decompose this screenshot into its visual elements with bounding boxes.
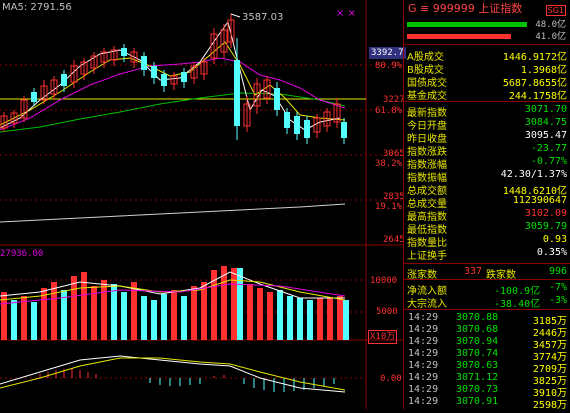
market-breadth-row: 涨家数 337 跌家数 996: [404, 266, 570, 281]
tick-price: 3070.63: [456, 360, 499, 371]
chart-canvas: [0, 0, 403, 409]
ticker-badge[interactable]: SG1: [545, 5, 566, 16]
peak-price-label: 3587.03: [242, 12, 284, 23]
stat-row: 总成交量 112390647: [404, 195, 570, 210]
stat-value: 3084.75: [524, 117, 567, 128]
macd-bars: [39, 368, 335, 392]
tick-price: 3070.94: [456, 336, 499, 347]
axis-current-price: 3392.7: [369, 47, 406, 59]
stat-value: -0.77%: [530, 156, 567, 167]
axis-pct-191: 19.1%: [375, 202, 403, 212]
tick-price: 3070.74: [456, 348, 499, 359]
tick-time: 14:29: [408, 324, 439, 335]
stat-row: 指数涨幅 -0.77%: [404, 156, 570, 171]
stat-value: 0.93: [542, 234, 567, 245]
stat-row: 最新指数 3071.70: [404, 104, 570, 119]
tick-time: 14:29: [408, 372, 439, 383]
ma-indicator-label: MA5: 2791.56: [2, 2, 72, 13]
gauge-bar-red: [407, 34, 511, 39]
stat-row: 今日开盘 3084.75: [404, 117, 570, 132]
turnover-row-fund: 基金成交 244.1758亿: [407, 91, 567, 102]
stat-row: 昨日收盘 3095.47: [404, 130, 570, 145]
gauge-top-value: 48.0亿: [535, 20, 566, 30]
stat-row: 最低指数 3059.79: [404, 221, 570, 236]
turnover-row-bond: 国债成交 5687.8655亿: [407, 78, 567, 89]
tick-time: 14:29: [408, 384, 439, 395]
ma250-line: [0, 203, 346, 223]
stat-value: 0.35%: [536, 247, 567, 258]
volume-label: 27936.00: [0, 249, 44, 259]
stat-value: 3071.70: [524, 104, 567, 115]
tick-price: 3070.91: [456, 396, 499, 407]
stat-value: 3059.79: [524, 221, 567, 232]
net-inflow-row: 净流入额 -100.9亿 -7%: [407, 282, 567, 297]
chart-close-markers[interactable]: × ×: [336, 8, 356, 20]
stat-row: 上证换手 0.35%: [404, 247, 570, 262]
stat-row: 指数振幅 42.30/1.37%: [404, 169, 570, 184]
volume-bars: [1, 266, 349, 340]
axis-vol-unit: X10万: [368, 330, 398, 344]
stat-row: 最高指数 3102.09: [404, 208, 570, 223]
tick-price: 3070.88: [456, 312, 499, 323]
stat-row: 总成交额 1448.6210亿: [404, 182, 570, 197]
tick-price: 3070.73: [456, 384, 499, 395]
axis-vol-10000: 10000: [370, 276, 398, 286]
turnover-row-b: B股成交 1.3968亿: [407, 65, 567, 76]
kline-chart[interactable]: MA5: 2791.56 3587.03 × × 3392.7 80.9% 32…: [0, 0, 406, 409]
up-count-value: 337: [464, 266, 483, 277]
gauge-bar-green: [407, 22, 527, 27]
tick-price: 3070.68: [456, 324, 499, 335]
axis-pct-382: 38.2%: [375, 159, 403, 169]
gauge-bottom-value: 41.0亿: [535, 32, 566, 42]
quote-panel: G ≡ 999999 上证指数 SG1 48.0亿 41.0亿 A股成交 144…: [403, 0, 570, 411]
tick-price: 3071.12: [456, 372, 499, 383]
tick-time: 14:29: [408, 312, 439, 323]
stat-value: 42.30/1.37%: [500, 169, 567, 180]
tick-time: 14:29: [408, 348, 439, 359]
stat-row: 指数涨跌 -23.77: [404, 143, 570, 158]
axis-vol-5000: 5000: [376, 307, 398, 317]
stat-value: 3095.47: [524, 130, 567, 141]
down-count-value: 996: [548, 266, 567, 277]
axis-pct-618: 61.8%: [375, 106, 403, 116]
tick-time: 14:29: [408, 336, 439, 347]
tick-time: 14:29: [408, 396, 439, 407]
tick-row[interactable]: 14:29 3070.91 2598万: [404, 396, 570, 411]
stat-value: -23.77: [530, 143, 567, 154]
axis-pct-809: 80.9%: [375, 61, 403, 71]
stat-value: 3102.09: [524, 208, 567, 219]
tick-time: 14:29: [408, 360, 439, 371]
stat-value: 112390647: [512, 195, 567, 206]
axis-macd-zero: 0.00: [380, 374, 402, 384]
turnover-row-a: A股成交 1446.9172亿: [407, 52, 567, 63]
stat-row: 指数量比 0.93: [404, 234, 570, 249]
block-inflow-row: 大宗流入 -38.40亿 -3%: [407, 295, 567, 310]
axis-price-2645: 2645: [383, 235, 405, 245]
index-title: G ≡ 999999 上证指数: [408, 2, 523, 15]
stat-label: 上证换手: [407, 251, 447, 262]
